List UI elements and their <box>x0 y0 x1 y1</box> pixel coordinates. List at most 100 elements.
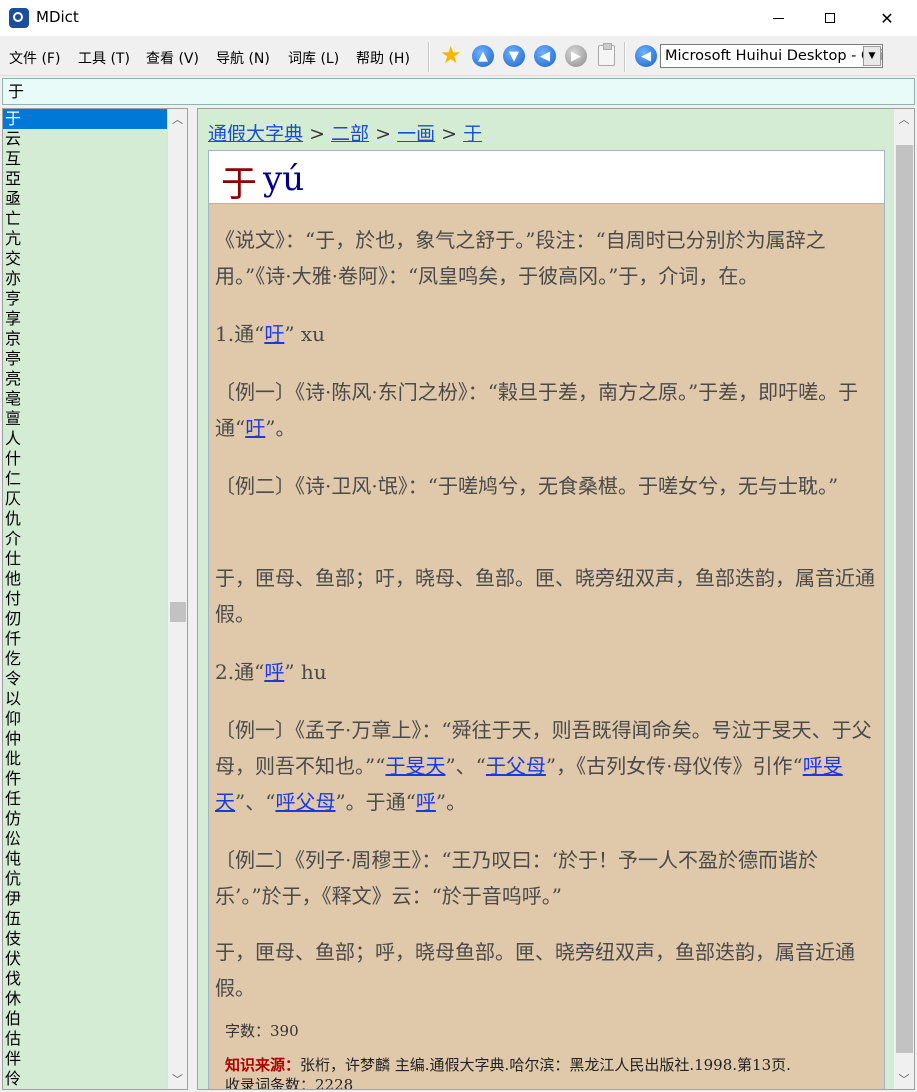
word-list-item[interactable]: 仿 <box>3 809 167 829</box>
back-arrow-icon[interactable]: ◀ <box>534 45 556 67</box>
breadcrumb-word-link[interactable]: 于 <box>463 123 482 145</box>
menu-library[interactable]: 词库 (L) <box>288 48 339 68</box>
cross-reference-link[interactable]: 吁 <box>264 322 284 346</box>
word-list-item[interactable]: 仄 <box>3 489 167 509</box>
cross-reference-link[interactable]: 呼 <box>416 790 436 814</box>
title-bar[interactable]: MDict ✕ <box>0 0 917 36</box>
paragraph-text: 于，匣母、鱼部；呼，晓母鱼部。匣、晓旁纽双声，鱼部迭韵，属音近通假。 <box>215 940 855 1000</box>
word-list-item[interactable]: 令 <box>3 669 167 689</box>
search-input[interactable]: 于 <box>2 78 915 105</box>
word-list-item[interactable]: 伊 <box>3 889 167 909</box>
word-list-item[interactable]: 亟 <box>3 189 167 209</box>
arrow-down-icon[interactable]: ▼ <box>503 45 525 67</box>
favorite-star-icon[interactable]: ★ <box>440 43 462 67</box>
word-list-item[interactable]: 交 <box>3 249 167 269</box>
chevron-down-icon[interactable]: ▼ <box>863 46 881 66</box>
word-list-item[interactable]: 伀 <box>3 829 167 849</box>
maximize-button[interactable] <box>807 0 853 36</box>
voice-select[interactable]: Microsoft Huihui Desktop - Chinese (Simp… <box>660 44 883 68</box>
word-list-item[interactable]: 仳 <box>3 749 167 769</box>
word-list-scrollbar[interactable]: ︿ ﹀ <box>167 109 187 1089</box>
cross-reference-link[interactable]: 于旻天 <box>385 754 445 778</box>
arrow-up-icon[interactable]: ▲ <box>472 45 494 67</box>
minimize-button[interactable] <box>755 0 801 36</box>
cross-reference-link[interactable]: 于父母 <box>486 754 546 778</box>
breadcrumb-radical-link[interactable]: 二部 <box>331 123 369 145</box>
word-list-item[interactable]: 伏 <box>3 949 167 969</box>
cross-reference-link[interactable]: 呼父母 <box>275 790 335 814</box>
cross-reference-link[interactable]: 呼 <box>264 660 284 684</box>
word-list-item[interactable]: 亢 <box>3 229 167 249</box>
word-list-item[interactable]: 仇 <box>3 509 167 529</box>
word-list-item[interactable]: 仲 <box>3 729 167 749</box>
word-list-item[interactable]: 他 <box>3 569 167 589</box>
word-list-item[interactable]: 亞 <box>3 169 167 189</box>
scroll-down-icon[interactable]: ﹀ <box>168 1069 187 1089</box>
cross-reference-link[interactable]: 吁 <box>245 416 265 440</box>
word-list-item[interactable]: 伍 <box>3 909 167 929</box>
paragraph-text: 〔例二〕《列子·周穆王》：“王乃叹曰：‘於于！予一人不盈於德而谐於乐’。”於于，… <box>215 848 818 908</box>
word-list-item[interactable]: 伴 <box>3 1049 167 1069</box>
word-list-item[interactable]: 亶 <box>3 409 167 429</box>
word-list-item[interactable]: 享 <box>3 309 167 329</box>
menu-navigate[interactable]: 导航 (N) <box>216 48 270 68</box>
word-list-item[interactable]: 亭 <box>3 349 167 369</box>
scroll-up-icon[interactable]: ︿ <box>168 109 187 129</box>
menu-file[interactable]: 文件 (F) <box>9 48 60 68</box>
word-list-item[interactable]: 亡 <box>3 209 167 229</box>
word-list-item[interactable]: 于 <box>3 109 167 129</box>
scroll-down-icon[interactable]: ﹀ <box>894 1069 914 1089</box>
word-list-item[interactable]: 付 <box>3 589 167 609</box>
word-list-item[interactable]: 伐 <box>3 969 167 989</box>
definition-paragraph: 〔例一〕《诗·陈风·东门之枌》：“榖旦于差，南方之原。”于差，即吁嗟。于通“吁”… <box>215 374 881 446</box>
word-list-item[interactable]: 京 <box>3 329 167 349</box>
breadcrumb-separator: > <box>309 123 325 145</box>
speak-icon[interactable]: ◀ <box>635 45 657 67</box>
scroll-thumb[interactable] <box>170 602 186 622</box>
word-list-item[interactable]: 亮 <box>3 369 167 389</box>
word-list-item[interactable]: 仕 <box>3 549 167 569</box>
word-list-item[interactable]: 伅 <box>3 849 167 869</box>
paragraph-text: 1.通“ <box>215 322 265 346</box>
breadcrumb-stroke-link[interactable]: 一画 <box>397 123 435 145</box>
menu-tools[interactable]: 工具 (T) <box>78 48 130 68</box>
word-list-item[interactable]: 仰 <box>3 709 167 729</box>
source-label: 知识来源： <box>225 1056 301 1074</box>
word-list-item[interactable]: 伯 <box>3 1009 167 1029</box>
word-list-item[interactable]: 云 <box>3 129 167 149</box>
close-button[interactable]: ✕ <box>864 0 910 36</box>
word-list-item[interactable]: 估 <box>3 1029 167 1049</box>
menu-help[interactable]: 帮助 (H) <box>356 48 410 68</box>
entry-count: 收录词条数：2228 <box>225 1076 354 1090</box>
word-list-item[interactable]: 伉 <box>3 869 167 889</box>
word-list-item[interactable]: 亨 <box>3 289 167 309</box>
definition-scrollbar[interactable]: ︿ ﹀ <box>893 109 914 1089</box>
paragraph-text: ”。 <box>435 790 467 814</box>
word-list-item[interactable]: 伎 <box>3 929 167 949</box>
word-list-item[interactable]: 仵 <box>3 769 167 789</box>
breadcrumb-dictionary-link[interactable]: 通假大字典 <box>208 123 303 145</box>
clipboard-icon[interactable] <box>598 43 615 66</box>
word-list-item[interactable]: 什 <box>3 449 167 469</box>
word-list-item[interactable]: 介 <box>3 529 167 549</box>
word-list-item[interactable]: 任 <box>3 789 167 809</box>
paragraph-text: ” hu <box>284 660 327 684</box>
word-list-item[interactable]: 亳 <box>3 389 167 409</box>
word-list-item[interactable]: 亦 <box>3 269 167 289</box>
word-list-item[interactable]: 休 <box>3 989 167 1009</box>
voice-select-value: Microsoft Huihui Desktop - Chinese (Simp… <box>665 48 882 64</box>
word-list-item[interactable]: 人 <box>3 429 167 449</box>
scroll-thumb[interactable] <box>896 145 913 1053</box>
toolbar-separator <box>428 42 430 72</box>
source-citation: 知识来源：张桁，许梦麟 主编.通假大字典.哈尔滨：黑龙江人民出版社.1998.第… <box>225 1054 791 1075</box>
word-list-item[interactable]: 仁 <box>3 469 167 489</box>
word-list-item[interactable]: 互 <box>3 149 167 169</box>
word-list-item[interactable]: 仞 <box>3 609 167 629</box>
word-list-item[interactable]: 仟 <box>3 629 167 649</box>
forward-arrow-icon[interactable]: ▶ <box>565 45 587 67</box>
menu-view[interactable]: 查看 (V) <box>146 48 199 68</box>
word-list-item[interactable]: 以 <box>3 689 167 709</box>
scroll-up-icon[interactable]: ︿ <box>894 109 914 129</box>
word-list-item[interactable]: 仡 <box>3 649 167 669</box>
word-list-item[interactable]: 伶 <box>3 1069 167 1089</box>
